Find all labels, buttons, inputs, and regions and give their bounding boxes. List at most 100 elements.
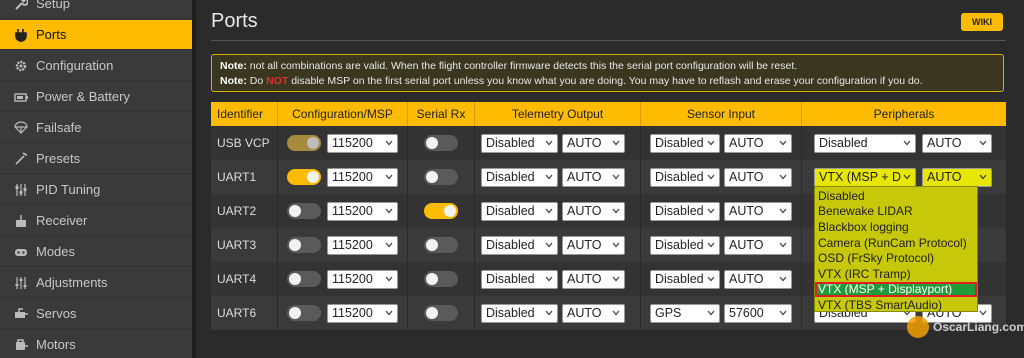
sensor-baud-select[interactable]: 57600 [724,303,792,323]
serial-rx-toggle[interactable] [424,271,458,287]
telemetry-value: Disabled [486,272,535,286]
header-identifier: Identifier [211,102,278,126]
serial-rx-toggle[interactable] [424,237,458,253]
dropdown-option[interactable]: Disabled [815,188,977,204]
telemetry-select[interactable]: Disabled [481,167,558,187]
msp-baud-value: 115200 [332,306,373,320]
peripherals-baud-select[interactable]: AUTO [922,133,992,153]
sidebar-item-presets[interactable]: Presets [0,144,192,174]
serial-rx-toggle[interactable] [424,203,458,219]
dropdown-option[interactable]: Camera (RunCam Protocol) [815,235,977,251]
msp-baud-select[interactable]: 115200 [327,269,398,289]
sidebar-item-ports[interactable]: Ports [0,20,192,50]
peripherals-select[interactable]: VTX (MSP + D [814,167,916,187]
sensor-baud-select[interactable]: AUTO [724,167,792,187]
msp-toggle[interactable] [287,169,321,185]
dropdown-option[interactable]: Benewake LIDAR [815,204,977,220]
watermark-text: OscarLiang.com [933,320,1024,334]
telemetry-baud-value: AUTO [567,136,602,150]
sensor-baud-select[interactable]: AUTO [724,235,792,255]
sensor-select[interactable]: Disabled [650,201,720,221]
telemetry-baud-select[interactable]: AUTO [562,201,625,221]
chevron-down-icon [707,276,715,281]
sensor-select[interactable]: Disabled [650,167,720,187]
telemetry-select[interactable]: Disabled [481,269,558,289]
telemetry-baud-select[interactable]: AUTO [562,133,625,153]
telemetry-baud-select[interactable]: AUTO [562,235,625,255]
telemetry-baud-value: AUTO [567,238,602,252]
telemetry-select[interactable]: Disabled [481,303,558,323]
peripherals-select[interactable]: Disabled [814,133,916,153]
msp-baud-select[interactable]: 115200 [327,235,398,255]
sidebar-item-servos[interactable]: Servos [0,299,192,329]
msp-toggle[interactable] [287,271,321,287]
sidebar-item-adjustments[interactable]: Adjustments [0,268,192,298]
msp-toggle[interactable] [287,237,321,253]
dropdown-option[interactable]: Blackbox logging [815,219,977,235]
sensor-select[interactable]: Disabled [650,133,720,153]
dropdown-option[interactable]: VTX (MSP + Displayport) [815,281,977,298]
sidebar-item-failsafe[interactable]: Failsafe [0,113,192,143]
sensor-select[interactable]: Disabled [650,235,720,255]
chevron-down-icon [779,208,787,213]
serial-rx-toggle[interactable] [424,135,458,151]
telemetry-select[interactable]: Disabled [481,235,558,255]
peripherals-baud-select[interactable]: AUTO [922,167,992,187]
sensor-select[interactable]: GPS [650,303,720,323]
sidebar-item-label: Presets [36,151,81,166]
serial-rx-toggle[interactable] [424,305,458,321]
sidebar-item-power-battery[interactable]: Power & Battery [0,82,192,112]
peripherals-baud-value: AUTO [927,136,962,150]
telemetry-baud-value: AUTO [567,306,602,320]
telemetry-baud-select[interactable]: AUTO [562,167,625,187]
note-prefix: Note: [220,75,247,87]
serial-rx-toggle[interactable] [424,169,458,185]
sensor-baud-value: 57600 [729,306,764,320]
msp-baud-select[interactable]: 115200 [327,303,398,323]
sidebar-item-receiver[interactable]: Receiver [0,206,192,236]
sidebar-item-setup[interactable]: Setup [0,0,192,19]
msp-toggle[interactable] [287,135,321,151]
note-text: Do [246,75,267,87]
wiki-button[interactable]: WIKI [961,13,1003,31]
sensor-baud-value: AUTO [729,170,764,184]
sidebar-item-label: PID Tuning [36,182,101,197]
chevron-down-icon [779,242,787,247]
msp-baud-select[interactable]: 115200 [327,167,398,187]
sidebar-item-configuration[interactable]: Configuration [0,51,192,81]
chevron-down-icon [545,242,553,247]
note-text: disable MSP on the first serial port unl… [288,75,923,87]
msp-baud-value: 115200 [332,238,373,252]
dropdown-option[interactable]: VTX (TBS SmartAudio) [815,297,977,313]
msp-toggle[interactable] [287,203,321,219]
note-prefix: Note: [220,60,247,72]
sensor-baud-select[interactable]: AUTO [724,201,792,221]
sidebar-item-motors[interactable]: Motors [0,330,192,358]
peripherals-dropdown-list[interactable]: Disabled Benewake LIDAR Blackbox logging Ca… [814,186,978,312]
telemetry-baud-select[interactable]: AUTO [562,269,625,289]
app-window: Setup Ports Configuration Power & Batter… [0,0,1024,358]
msp-baud-value: 115200 [332,204,373,218]
note-box: Note: not all combinations are valid. Wh… [211,54,1004,92]
sidebar-item-pid-tuning[interactable]: PID Tuning [0,175,192,205]
msp-toggle[interactable] [287,305,321,321]
sensor-baud-select[interactable]: AUTO [724,133,792,153]
telemetry-baud-select[interactable]: AUTO [562,303,625,323]
dropdown-option[interactable]: OSD (FrSky Protocol) [815,250,977,266]
telemetry-value: Disabled [486,170,535,184]
sensor-value: GPS [655,306,682,320]
telemetry-select[interactable]: Disabled [481,133,558,153]
sensor-baud-select[interactable]: AUTO [724,269,792,289]
header-configuration-msp: Configuration/MSP [278,102,408,126]
sensor-select[interactable]: Disabled [650,269,720,289]
wrench-icon [14,0,28,11]
sidebar-item-label: Configuration [36,58,114,73]
msp-baud-select[interactable]: 115200 [327,201,398,221]
sidebar-item-modes[interactable]: Modes [0,237,192,267]
msp-baud-select[interactable]: 115200 [327,133,398,153]
msp-baud-value: 115200 [332,170,373,184]
telemetry-select[interactable]: Disabled [481,201,558,221]
port-identifier: UART6 [211,296,278,330]
sensor-value: Disabled [655,204,704,218]
dropdown-option[interactable]: VTX (IRC Tramp) [815,266,977,282]
